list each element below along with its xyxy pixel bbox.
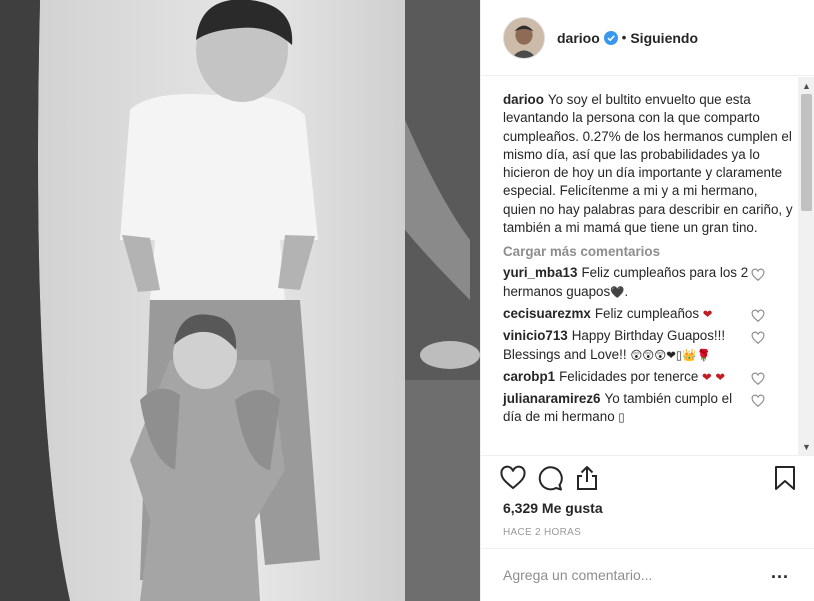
share-button[interactable] — [573, 464, 601, 492]
load-more-comments-button[interactable]: Cargar más comentarios — [503, 244, 791, 259]
add-comment-input[interactable] — [503, 565, 753, 585]
comment-bubble-icon — [538, 466, 563, 491]
caption-username[interactable]: darioo — [503, 92, 544, 107]
share-icon — [577, 466, 597, 490]
list-item: yuri_mba13 Feliz cumpleaños para los 2 he… — [503, 264, 791, 301]
header-separator: • — [621, 30, 627, 45]
comment-emoji: ❤ ❤ — [702, 369, 725, 384]
comment-like-icon[interactable] — [751, 394, 765, 408]
comment-username[interactable]: julianaramirez6 — [503, 391, 601, 406]
avatar[interactable] — [503, 16, 545, 59]
bookmark-icon — [775, 466, 795, 490]
comment-username[interactable]: vinicio713 — [503, 328, 568, 343]
comment-button[interactable] — [536, 464, 564, 492]
more-options-button[interactable]: ... — [771, 563, 789, 581]
caption: darioo Yo soy el bultito envuelto que est… — [503, 91, 793, 237]
comment-like-icon[interactable] — [751, 309, 765, 323]
heart-outline-icon — [500, 465, 526, 490]
post-photo[interactable] — [0, 0, 480, 601]
save-button[interactable] — [771, 464, 799, 492]
comment-username[interactable]: cecisuarezmx — [503, 306, 591, 321]
comment-like-icon[interactable] — [751, 268, 765, 282]
list-item: carobp1 Felicidades por tenerce ❤ ❤ — [503, 368, 791, 386]
action-icons-row — [499, 464, 799, 504]
verified-badge-icon — [603, 30, 618, 45]
comments-list: darioo Yo soy el bultito envuelto que est… — [481, 77, 814, 427]
comment-emoji: 🖤. — [610, 284, 629, 299]
avatar-image — [504, 17, 544, 58]
list-item: cecisuarezmx Feliz cumpleaños ❤ — [503, 305, 791, 323]
post-header: darioo • Siguiendo — [481, 0, 814, 76]
likes-count[interactable]: 6,329 Me gusta — [503, 500, 603, 516]
comment-emoji: ▯ — [618, 410, 625, 425]
comment-emoji: 😲😲😲❤▯👑🌹 — [630, 347, 711, 362]
post-timestamp[interactable]: HACE 2 HORAS — [503, 527, 581, 538]
scroll-up-arrow-icon[interactable]: ▲ — [798, 77, 814, 94]
comment-like-icon[interactable] — [751, 331, 765, 345]
caption-text: Yo soy el bultito envuelto que esta leva… — [503, 92, 793, 236]
comments-scrollbar[interactable]: ▲ ▼ — [798, 77, 814, 455]
following-button[interactable]: Siguiendo — [630, 30, 698, 46]
comments-section[interactable]: darioo Yo soy el bultito envuelto que est… — [481, 77, 814, 455]
list-item: julianaramirez6 Yo también cumplo el día … — [503, 390, 791, 427]
comment-username[interactable]: yuri_mba13 — [503, 265, 577, 280]
list-item: vinicio713 Happy Birthday Guapos!!! Bless… — [503, 327, 791, 364]
instagram-post: darioo • Siguiendo darioo Yo soy el bulti… — [0, 0, 814, 601]
comment-emoji: ❤ — [702, 306, 713, 321]
like-button[interactable] — [499, 464, 527, 492]
comment-text: Feliz cumpleaños — [594, 305, 700, 321]
scrollbar-thumb[interactable] — [801, 94, 812, 211]
header-username[interactable]: darioo — [557, 30, 600, 46]
post-photo-image — [0, 0, 480, 601]
add-comment-bar: ... — [481, 548, 814, 601]
post-sidebar: darioo • Siguiendo darioo Yo soy el bulti… — [480, 0, 814, 601]
comment-username[interactable]: carobp1 — [503, 369, 555, 384]
comment-like-icon[interactable] — [751, 372, 765, 386]
scroll-down-arrow-icon[interactable]: ▼ — [798, 438, 814, 455]
comment-text: Felicidades por tenerce — [559, 368, 699, 384]
